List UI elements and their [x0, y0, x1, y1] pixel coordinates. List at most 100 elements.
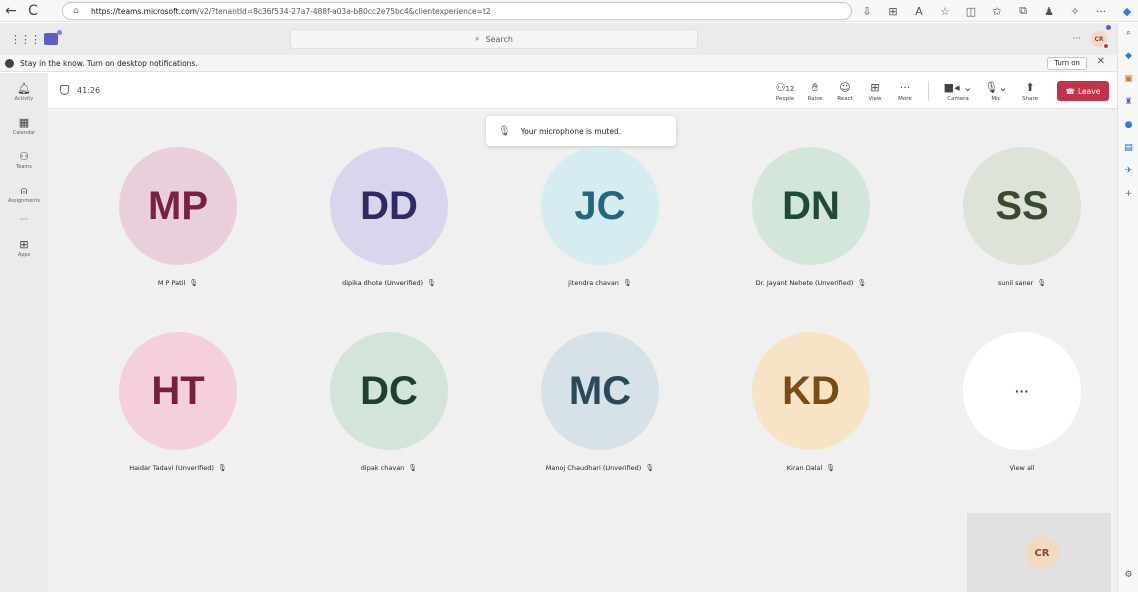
status-badge: [1103, 43, 1109, 49]
participant-tile[interactable]: DC dipak chavan 🎙︎: [300, 332, 480, 512]
participant-name: Haidar Tadavi (Unverified) 🎙︎: [129, 464, 227, 472]
favorite-star-icon[interactable]: ☆: [938, 5, 952, 18]
mic-off-icon: 🎙︎: [498, 125, 511, 137]
calendar-icon: ▦: [18, 115, 30, 129]
mic-button[interactable]: 🎙︎⌄ Mic: [979, 81, 1013, 102]
bell-icon: 🔔︎: [17, 81, 31, 95]
teams-logo-icon: [44, 30, 62, 45]
lock-icon: ⌂: [73, 6, 79, 16]
participant-name: Manoj Chaudhari (Unverified) 🎙︎: [545, 464, 655, 472]
react-button[interactable]: ☺ React: [832, 81, 858, 102]
participant-name: dipak chavan 🎙︎: [360, 464, 418, 472]
mic-off-icon: 🎙︎: [1037, 279, 1047, 287]
mic-off-icon: 🎙︎⌄: [984, 80, 1008, 94]
participant-name: jitendra chavan 🎙︎: [568, 279, 632, 287]
mic-off-icon: 🎙︎: [408, 464, 418, 472]
phone-hangup-icon: ☎: [1065, 86, 1076, 96]
browser-menu-icon[interactable]: ···: [1094, 5, 1108, 18]
participant-tile[interactable]: DN Dr. Jayant Nehete (Unverified) 🎙︎: [722, 147, 902, 327]
participant-avatar: KD: [752, 332, 870, 450]
participant-avatar: JC: [541, 147, 659, 265]
app-rail: 🔔︎ Activity ▦ Calendar ⚇ Teams ⍝ Assignm…: [0, 73, 48, 592]
copilot-icon[interactable]: ◆: [1120, 5, 1134, 18]
office-icon[interactable]: ●: [1118, 115, 1138, 135]
refresh-icon[interactable]: C: [22, 0, 44, 22]
grid-view-icon: ⊞: [870, 80, 880, 94]
outlook-icon[interactable]: ▤: [1118, 138, 1138, 158]
user-avatar[interactable]: CR: [1091, 25, 1111, 49]
split-screen-icon[interactable]: ◫: [964, 5, 978, 18]
hand-icon: ✋︎: [811, 80, 819, 94]
browser-extension-icons: ⇩ ⊞ A ☆ ◫ ✩ ⧉ ♟ ✧ ··· ◆: [860, 0, 1134, 22]
participant-avatar: DD: [330, 147, 448, 265]
search-input[interactable]: ⌕ Search: [290, 29, 698, 49]
view-button[interactable]: ⊞ View: [862, 81, 888, 102]
participant-avatar: SS: [963, 147, 1081, 265]
camera-button[interactable]: ■◂ ⌄ Camera: [941, 81, 975, 102]
drop-icon[interactable]: ✈: [1118, 161, 1138, 181]
raise-hand-button[interactable]: ✋︎ Raise: [802, 81, 828, 102]
people-button[interactable]: ⚇12 People: [772, 81, 798, 102]
meeting-stage: 41:26 ⚇12 People ✋︎ Raise ☺ React ⊞ View…: [48, 73, 1117, 592]
search-icon[interactable]: ⌕: [1118, 23, 1138, 43]
leave-button[interactable]: ☎ Leave: [1057, 81, 1109, 101]
participant-tile[interactable]: KD Kiran Dalal 🎙︎: [722, 332, 902, 512]
notification-banner: Stay in the know. Turn on desktop notifi…: [0, 55, 1117, 72]
address-bar[interactable]: ⌂ https://teams.microsoft.com/v2/?tenant…: [62, 2, 852, 20]
rail-item-teams[interactable]: ⚇ Teams: [0, 145, 48, 175]
notification-dot: [1106, 25, 1111, 30]
close-icon[interactable]: ✕: [1097, 56, 1105, 67]
shield-icon: [60, 85, 69, 95]
read-aloud-icon[interactable]: A: [912, 5, 926, 18]
participant-avatar: DN: [752, 147, 870, 265]
turn-on-button[interactable]: Turn on: [1047, 57, 1087, 70]
favorites-icon[interactable]: ✩: [990, 5, 1004, 18]
participant-name: Kiran Dalal 🎙︎: [786, 464, 836, 472]
tag-icon[interactable]: ◆: [1118, 46, 1138, 66]
participant-tile[interactable]: DD dipika dhote (Unverified) 🎙︎: [300, 147, 480, 327]
self-avatar: CR: [1025, 536, 1059, 570]
mic-off-icon: 🎙︎: [217, 464, 227, 472]
settings-more-icon[interactable]: ···: [1072, 34, 1081, 44]
collections-icon[interactable]: ⧉: [1016, 4, 1030, 18]
mic-muted-toast: 🎙︎ Your microphone is muted.: [486, 116, 676, 146]
settings-icon[interactable]: ⚙: [1118, 565, 1138, 585]
participant-name: sunil saner 🎙︎: [997, 279, 1047, 287]
participant-tile[interactable]: JC jitendra chavan 🎙︎: [511, 147, 691, 327]
more-apps-icon[interactable]: ···: [0, 215, 48, 229]
url-path: /v2/?tenantId=8c36f534-27a7-488f-a03a-b8…: [197, 6, 491, 16]
participant-tile[interactable]: MC Manoj Chaudhari (Unverified) 🎙︎: [511, 332, 691, 512]
participant-tile[interactable]: MP M P Patil 🎙︎: [89, 147, 269, 327]
shopping-icon[interactable]: ▣: [1118, 69, 1138, 89]
share-icon: ⬆: [1025, 80, 1035, 94]
participant-name: dipika dhote (Unverified) 🎙︎: [342, 279, 436, 287]
camera-off-icon: ■◂ ⌄: [943, 80, 973, 94]
rail-item-calendar[interactable]: ▦ Calendar: [0, 111, 48, 141]
view-all-tile[interactable]: ··· View all: [933, 332, 1113, 512]
mic-off-icon: 🎙︎: [189, 279, 199, 287]
browser-toolbar: ← C ⌂ https://teams.microsoft.com/v2/?te…: [0, 0, 1138, 22]
profile-extension-icon[interactable]: ♟: [1042, 5, 1056, 18]
share-button[interactable]: ⬆ Share: [1017, 81, 1043, 102]
extensions-icon[interactable]: ✧: [1068, 5, 1082, 18]
participant-avatar: MP: [119, 147, 237, 265]
back-icon[interactable]: ←: [0, 0, 22, 22]
rail-item-assignments[interactable]: ⍝ Assignments: [0, 179, 48, 209]
app-launcher-icon[interactable]: ⋮⋮⋮: [10, 33, 41, 46]
apps-grid-icon[interactable]: ⊞: [886, 5, 900, 18]
view-all-label: View all: [1009, 464, 1035, 472]
more-icon: ···: [899, 80, 911, 94]
url-host: https://teams.microsoft.com: [91, 6, 197, 16]
participant-tile[interactable]: HT Haidar Tadavi (Unverified) 🎙︎: [89, 332, 269, 512]
download-icon[interactable]: ⇩: [860, 5, 874, 18]
add-icon[interactable]: +: [1118, 184, 1138, 204]
rail-item-activity[interactable]: 🔔︎ Activity: [0, 77, 48, 107]
view-all-avatar: ···: [963, 332, 1081, 450]
meeting-timer: 41:26: [60, 85, 100, 95]
participant-tile[interactable]: SS sunil saner 🎙︎: [933, 147, 1113, 327]
search-placeholder: Search: [485, 34, 513, 44]
rail-item-apps[interactable]: ⊞ Apps: [0, 233, 48, 263]
more-button[interactable]: ··· More: [892, 81, 918, 102]
mic-off-icon: 🎙︎: [826, 464, 836, 472]
people-icon[interactable]: ♜: [1118, 92, 1138, 112]
